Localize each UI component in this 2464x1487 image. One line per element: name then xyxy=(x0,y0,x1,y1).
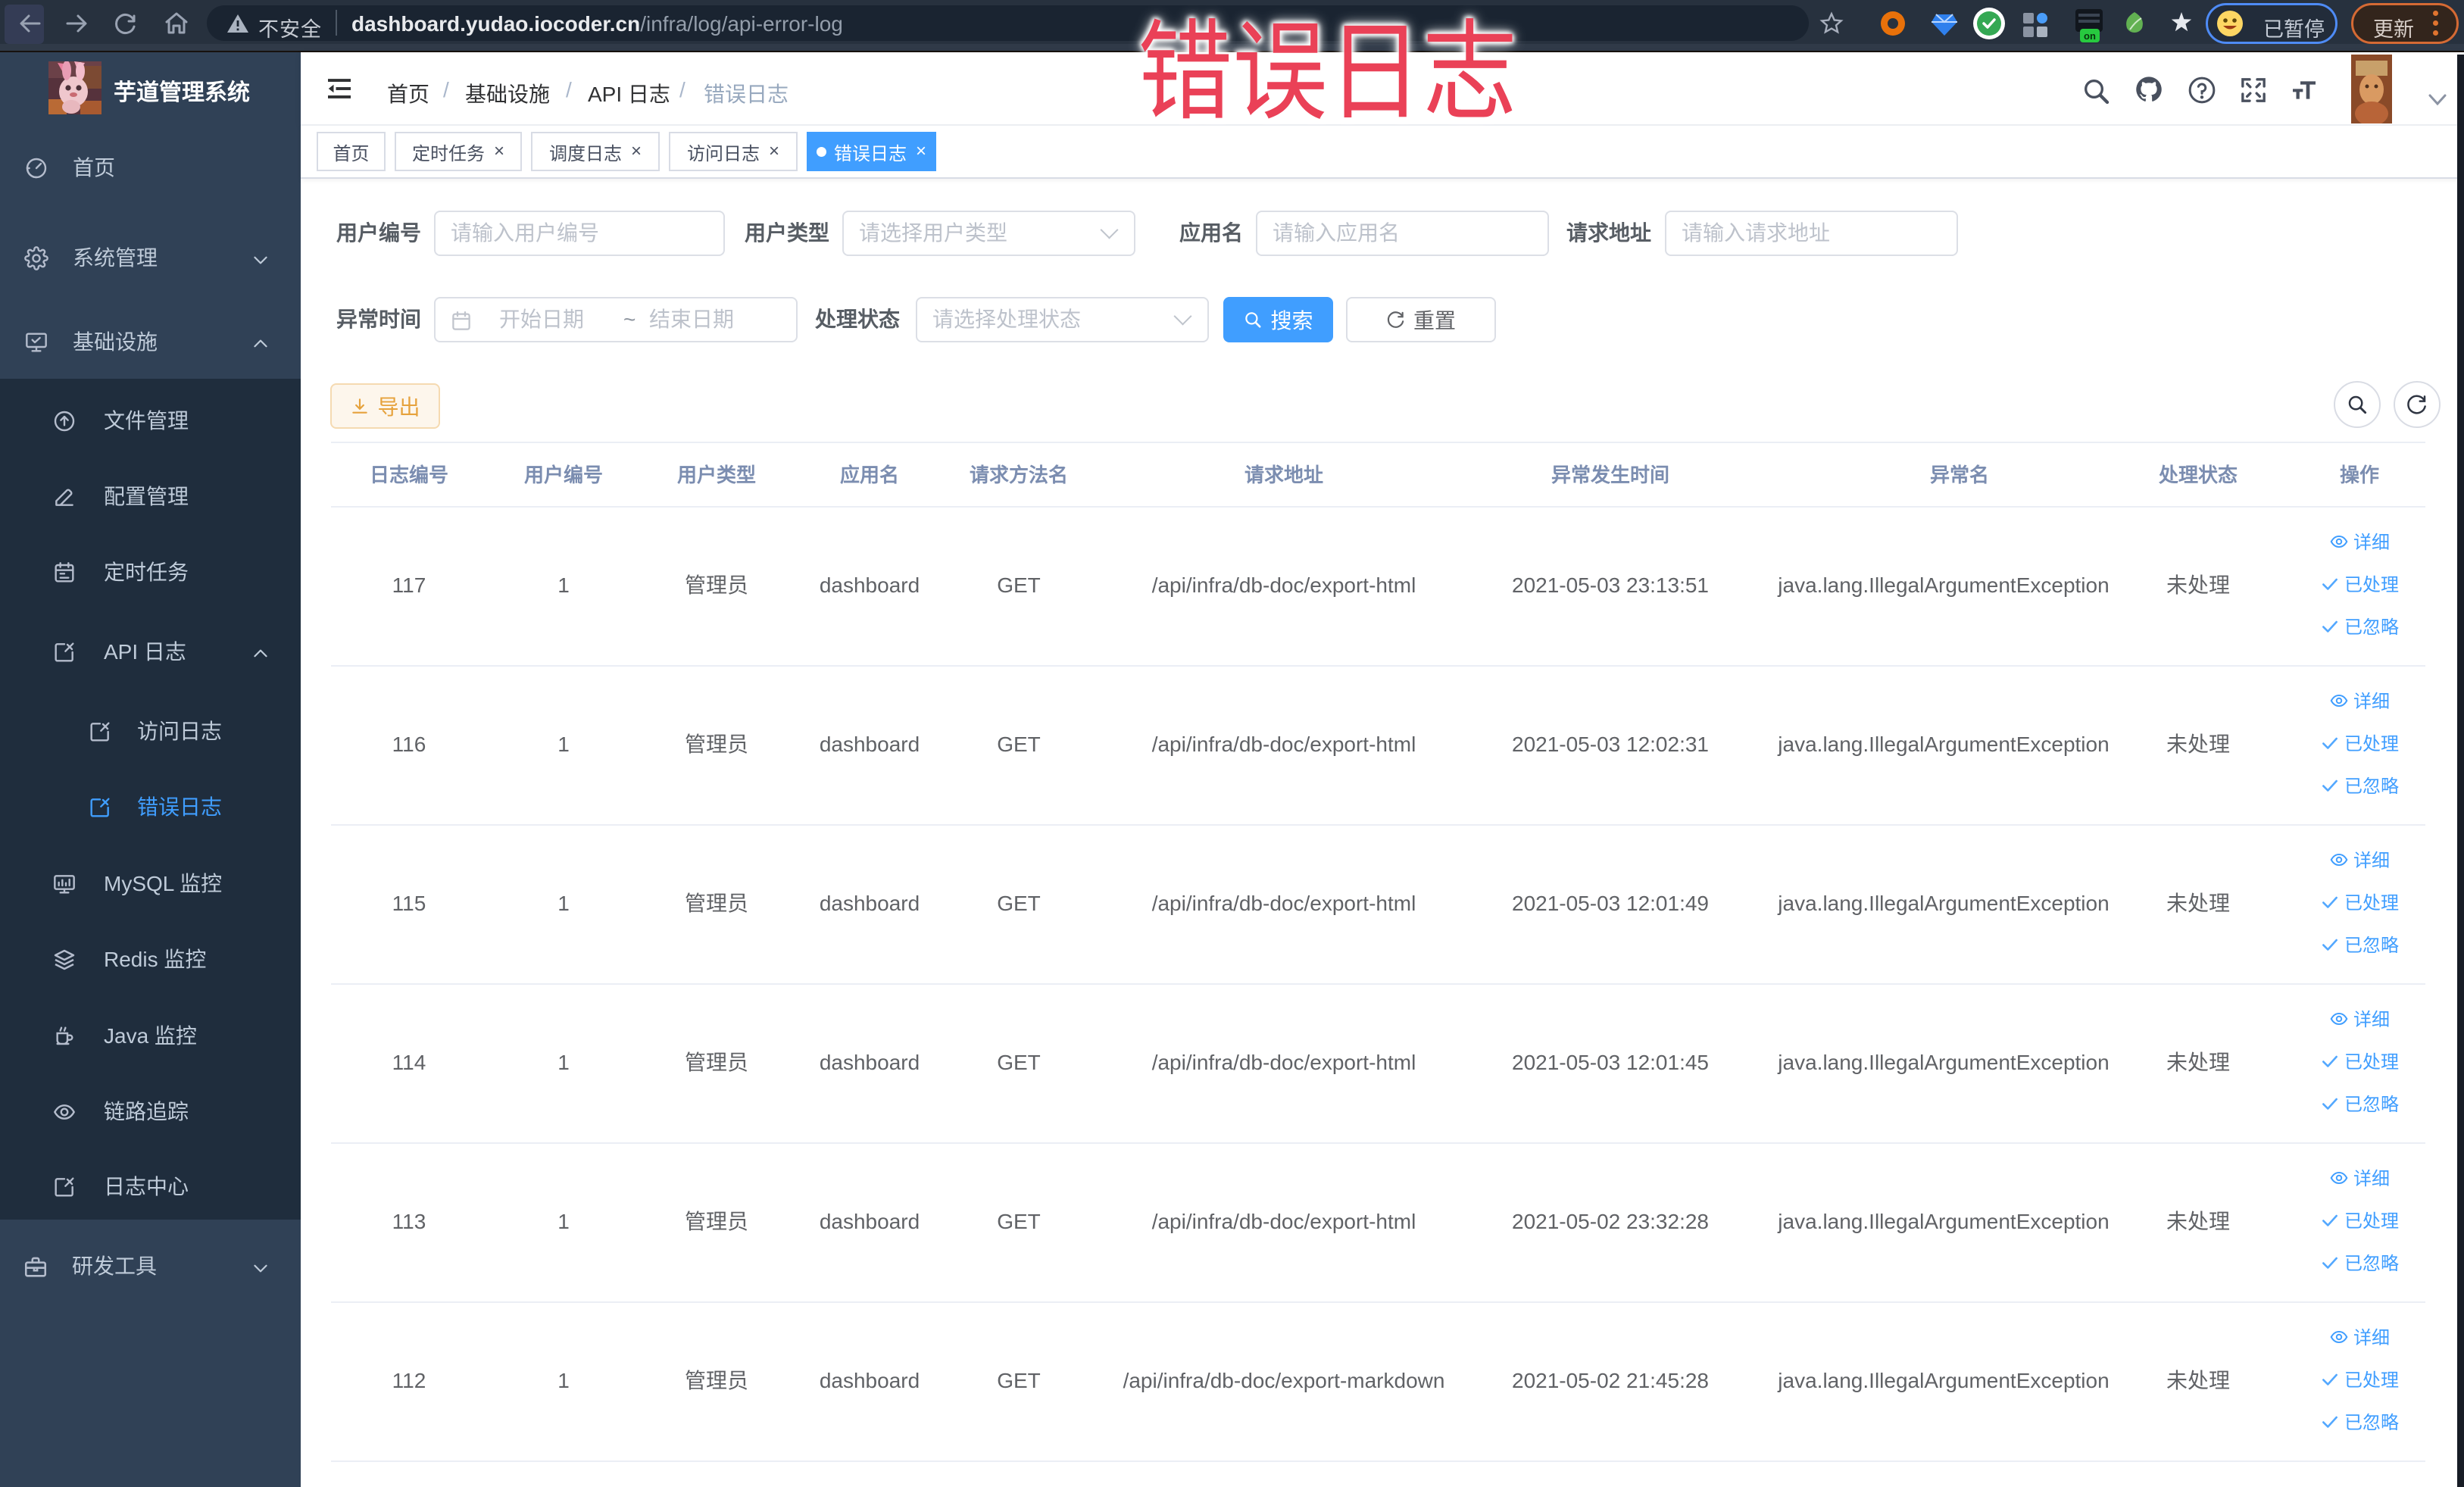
svg-text:on: on xyxy=(2084,30,2096,42)
